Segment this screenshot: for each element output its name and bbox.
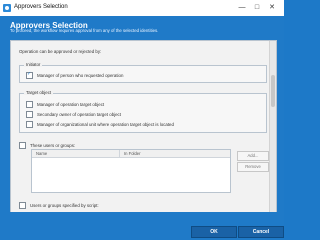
option-label: These users or groups: [30, 142, 76, 148]
checkbox[interactable] [26, 110, 33, 118]
checkbox[interactable] [26, 71, 33, 79]
option-label: Manager of person who requested operatio… [37, 72, 124, 78]
scrollbar[interactable] [269, 41, 276, 213]
dialog-footer: OK Cancel [0, 212, 284, 240]
content-panel: Operation can be approved or rejected by… [10, 40, 277, 214]
dialog-subtitle: To proceed, the workflow requires approv… [10, 28, 159, 33]
checkbox[interactable] [26, 120, 33, 128]
window: Approvers Selection — □ ✕ Approvers Sele… [0, 0, 284, 240]
checkbox[interactable] [26, 100, 33, 108]
titlebar: Approvers Selection — □ ✕ [0, 0, 284, 16]
app-icon [3, 4, 11, 12]
window-title: Approvers Selection [14, 4, 68, 10]
script-option[interactable]: Users or groups specified by script: [19, 201, 99, 209]
maximize-icon[interactable]: □ [251, 2, 263, 14]
target-option-2[interactable]: Secondary owner of operation target obje… [26, 110, 121, 118]
table-header-folder: In Folder [120, 150, 230, 158]
table-header-name: Name [32, 150, 120, 158]
intro-text: Operation can be approved or rejected by… [19, 49, 102, 54]
add-button[interactable]: Add... [237, 151, 269, 161]
target-option-1[interactable]: Manager of operation target object [26, 100, 104, 108]
option-label: Users or groups specified by script: [30, 202, 99, 208]
remove-button[interactable]: Remove [237, 162, 269, 172]
option-label: Manager of operation target object [37, 101, 105, 107]
close-icon[interactable]: ✕ [266, 2, 278, 14]
checkbox[interactable] [19, 201, 26, 209]
option-label: Manager of organizational unit where ope… [37, 121, 174, 127]
dialog-header: Approvers Selection [0, 16, 284, 36]
initiator-option[interactable]: Manager of person who requested operatio… [26, 71, 123, 79]
minimize-icon[interactable]: — [236, 2, 248, 14]
cancel-button[interactable]: Cancel [238, 226, 284, 238]
initiator-title: Initiator [24, 62, 43, 67]
users-groups-table[interactable]: Name In Folder [31, 149, 231, 193]
target-option-3[interactable]: Manager of organizational unit where ope… [26, 120, 174, 128]
option-label: Secondary owner of operation target obje… [37, 111, 121, 117]
users-groups-option[interactable]: These users or groups: [19, 141, 75, 149]
ok-button[interactable]: OK [191, 226, 237, 238]
target-object-title: Target object [24, 90, 54, 95]
initiator-group: Initiator Manager of person who requeste… [19, 62, 267, 83]
scrollbar-thumb[interactable] [271, 75, 275, 107]
target-object-group: Target object Manager of operation targe… [19, 90, 267, 133]
checkbox[interactable] [19, 141, 26, 149]
